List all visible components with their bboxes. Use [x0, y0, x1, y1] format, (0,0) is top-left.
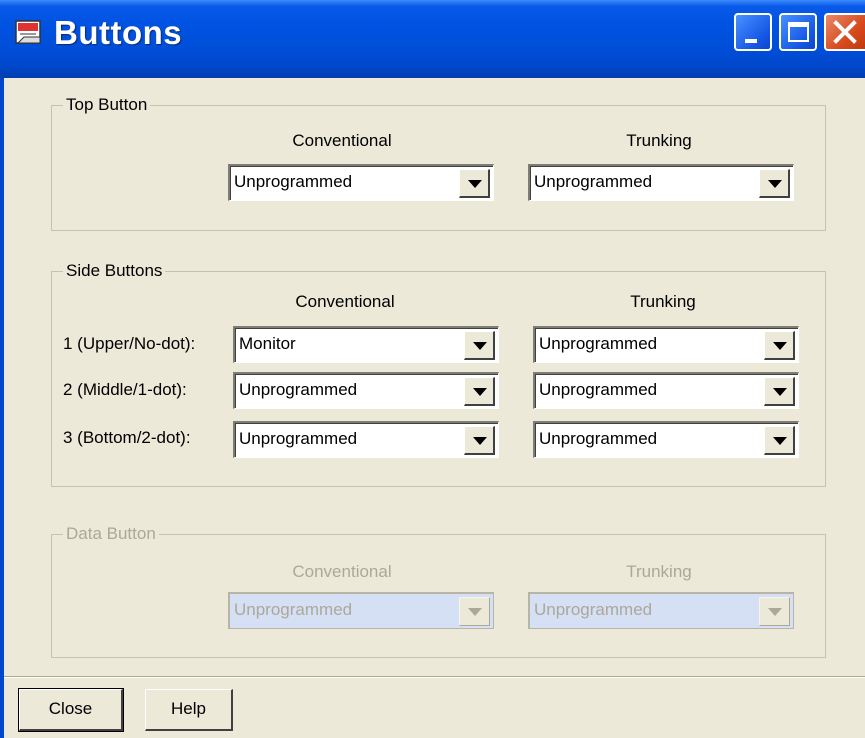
side-row-3-trunking-dropdown-button[interactable]: [764, 426, 795, 455]
doc-app-icon: [15, 20, 41, 44]
side-row-1-conventional-value: Monitor: [239, 334, 296, 353]
side-row-3-label: 3 (Bottom/2-dot):: [63, 428, 191, 447]
close-icon: [833, 20, 857, 44]
top-button-group-label: Top Button: [63, 95, 151, 115]
footer-divider-highlight: [4, 677, 865, 678]
chevron-down-icon: [473, 388, 487, 396]
side-row-2-conventional-value: Unprogrammed: [239, 380, 358, 399]
chevron-down-icon: [768, 608, 782, 616]
side-row-1-label: 1 (Upper/No-dot):: [63, 334, 196, 353]
data-conventional-dropdown-button[interactable]: [459, 597, 490, 626]
close-window-button[interactable]: [824, 13, 865, 51]
close-button[interactable]: Close: [18, 688, 124, 732]
maximize-button[interactable]: [779, 13, 817, 51]
side-row-2-trunking-dropdown-button[interactable]: [764, 377, 795, 406]
top-conventional-header: Conventional: [292, 131, 392, 150]
maximize-icon: [788, 22, 809, 42]
data-trunking-header: Trunking: [626, 562, 692, 581]
top-conventional-dropdown-button[interactable]: [459, 169, 490, 198]
side-row-2-conventional-select[interactable]: Unprogrammed: [233, 372, 499, 409]
chevron-down-icon: [768, 180, 782, 188]
top-trunking-header: Trunking: [626, 131, 692, 150]
side-row-2-trunking-select[interactable]: Unprogrammed: [533, 372, 799, 409]
data-trunking-dropdown-button[interactable]: [759, 597, 790, 626]
chevron-down-icon: [468, 608, 482, 616]
data-trunking-select[interactable]: Unprogrammed: [528, 592, 794, 629]
side-row-1-conventional-select[interactable]: Monitor: [233, 326, 499, 363]
data-conventional-select[interactable]: Unprogrammed: [228, 592, 494, 629]
side-row-3-trunking-select[interactable]: Unprogrammed: [533, 421, 799, 458]
minimize-icon: [745, 39, 757, 43]
top-conventional-value: Unprogrammed: [234, 172, 353, 191]
chevron-down-icon: [773, 388, 787, 396]
side-row-3-trunking-value: Unprogrammed: [539, 429, 658, 448]
side-buttons-group-label: Side Buttons: [63, 261, 166, 281]
top-trunking-dropdown-button[interactable]: [759, 169, 790, 198]
chevron-down-icon: [468, 180, 482, 188]
side-row-2-conventional-dropdown-button[interactable]: [464, 377, 495, 406]
side-row-1-conventional-dropdown-button[interactable]: [464, 331, 495, 360]
data-trunking-value: Unprogrammed: [534, 600, 653, 619]
help-button[interactable]: Help: [145, 689, 233, 731]
side-row-1-trunking-value: Unprogrammed: [539, 334, 658, 353]
window-frame: [0, 78, 4, 738]
data-conventional-header: Conventional: [292, 562, 392, 581]
chevron-down-icon: [773, 437, 787, 445]
minimize-button[interactable]: [734, 13, 772, 51]
side-row-1-trunking-dropdown-button[interactable]: [764, 331, 795, 360]
buttons-dialog: Buttons Top Button Conventional Trunking…: [0, 0, 865, 738]
chevron-down-icon: [473, 342, 487, 350]
data-conventional-value: Unprogrammed: [234, 600, 353, 619]
top-conventional-select[interactable]: Unprogrammed: [228, 164, 494, 201]
top-trunking-value: Unprogrammed: [534, 172, 653, 191]
side-row-3-conventional-dropdown-button[interactable]: [464, 426, 495, 455]
side-row-3-conventional-value: Unprogrammed: [239, 429, 358, 448]
side-row-2-trunking-value: Unprogrammed: [539, 380, 658, 399]
side-row-1-trunking-select[interactable]: Unprogrammed: [533, 326, 799, 363]
top-trunking-select[interactable]: Unprogrammed: [528, 164, 794, 201]
side-row-3-conventional-select[interactable]: Unprogrammed: [233, 421, 499, 458]
title-bar[interactable]: Buttons: [0, 0, 865, 78]
chevron-down-icon: [773, 342, 787, 350]
side-conventional-header: Conventional: [295, 292, 395, 311]
data-button-group-label: Data Button: [63, 524, 159, 544]
side-trunking-header: Trunking: [630, 292, 696, 311]
side-row-2-label: 2 (Middle/1-dot):: [63, 380, 187, 399]
window-title: Buttons: [54, 14, 183, 51]
chevron-down-icon: [473, 437, 487, 445]
